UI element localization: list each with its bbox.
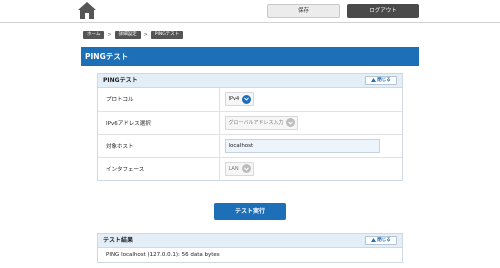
ping-panel-close-button[interactable]: 閉じる [365,76,397,85]
test-result-panel: テスト結果 閉じる PING localhost (127.0.0.1): 56… [97,233,403,263]
chevron-down-icon [242,94,252,104]
breadcrumb: ホーム > 詳細設定 > PINGテスト [83,30,184,39]
ping-settings-table: プロトコル IPv4 IPv6アドレス選択 グローバルアドレス入力 対象ホスト … [98,88,402,180]
interface-select: LAN [224,161,254,176]
protocol-row: プロトコル IPv4 [98,88,402,112]
ping-test-panel: PINGテスト 閉じる プロトコル IPv4 IPv6アドレス選択 グローバルア… [97,73,403,181]
chevron-down-icon [286,118,296,127]
chevron-up-icon [371,237,377,242]
save-button[interactable]: 保存 [267,4,340,18]
protocol-select[interactable]: IPv4 [224,92,255,107]
close-label: 閉じる [377,78,391,83]
breadcrumb-advanced-settings[interactable]: 詳細設定 [114,30,141,39]
interface-label: インタフェース [106,166,145,173]
top-header: 保存 ログアウト [0,0,500,22]
home-button[interactable] [77,1,97,20]
result-panel-header: テスト結果 閉じる [98,234,402,248]
header-divider [0,22,500,23]
chevron-up-icon [371,77,377,82]
breadcrumb-home[interactable]: ホーム [83,30,105,39]
ping-panel-header: PINGテスト 閉じる [98,74,402,88]
breadcrumb-ping-test: PINGテスト [150,30,184,39]
page-title: PINGテスト [81,47,419,66]
interface-value: LAN [228,165,239,172]
result-panel-title: テスト結果 [103,237,134,244]
ipv6-address-value: グローバルアドレス入力 [228,120,284,126]
protocol-label: プロトコル [98,88,219,112]
breadcrumb-separator: > [143,31,148,38]
run-test-button[interactable]: テスト実行 [214,203,286,220]
ipv6-address-label: IPv6アドレス選択 [98,111,219,135]
ipv6-address-select: グローバルアドレス入力 [224,115,299,130]
chevron-down-icon [241,164,251,174]
target-host-input[interactable]: localhost [224,138,380,153]
logout-button[interactable]: ログアウト [347,4,419,18]
home-icon [78,2,96,19]
breadcrumb-separator: > [107,31,112,38]
ping-output: PING localhost (127.0.0.1): 56 data byte… [106,252,220,258]
ipv6-address-row: IPv6アドレス選択 グローバルアドレス入力 [98,111,402,135]
close-label: 閉じる [377,238,391,243]
interface-row: インタフェース LAN [98,157,402,180]
ping-panel-title: PINGテスト [103,77,138,84]
target-host-row: 対象ホスト localhost [98,134,402,158]
protocol-value: IPv4 [228,96,240,103]
target-host-label: 対象ホスト [98,134,219,158]
result-panel-close-button[interactable]: 閉じる [365,236,397,245]
